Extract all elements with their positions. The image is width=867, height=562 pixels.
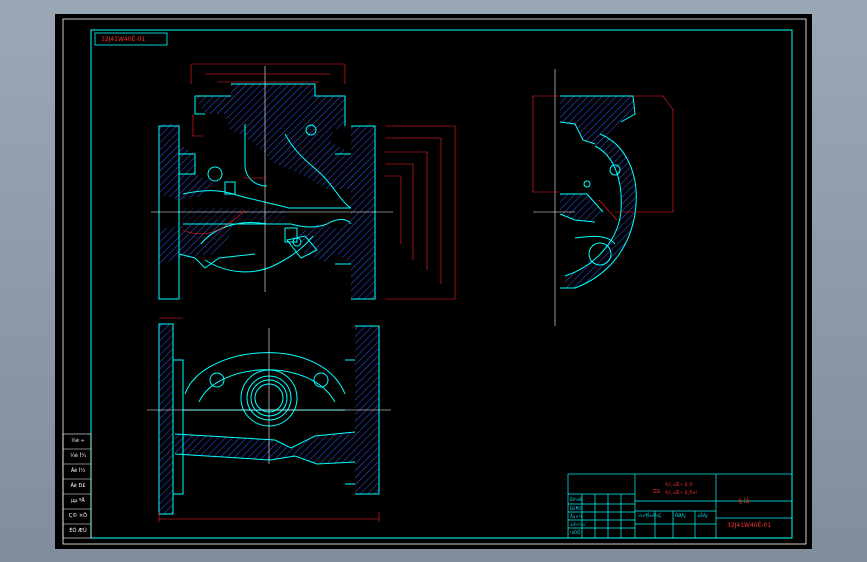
side-label-0: ½è ÷	[71, 438, 85, 444]
side-label-2: Ãè Í¼	[70, 468, 86, 474]
part-name: ·§ Ìå	[737, 498, 750, 505]
label-weight: ÖØÁ¿	[675, 513, 687, 518]
outer-border	[62, 18, 807, 545]
material-line-2a: Ä¡Ï¸±ÎÊ÷¸ß¸Ö	[665, 482, 693, 487]
plan-view	[147, 317, 391, 522]
side-view	[532, 69, 674, 326]
front-section-view	[151, 63, 456, 300]
material-line-1: ZG	[653, 489, 661, 495]
label-approver: Åú×¼	[570, 514, 583, 519]
material-line-2b: Ä¡Ï¸±ÎÊ÷¸ß¸Ö±ì	[665, 490, 698, 495]
label-craft: ¹¤ÒÕ	[570, 530, 581, 535]
side-label-3: Ãè Ð£	[70, 483, 86, 489]
drawing-code-top: 32J41W40Ê-01	[101, 36, 146, 43]
label-stage: ½×¶Î±ê¼Ç	[638, 513, 662, 518]
side-label-6: ÈÕ ÆÚ	[69, 528, 87, 534]
label-checker: Ð£¶Ô	[570, 506, 582, 511]
side-label-1: ½è Í¼	[70, 453, 86, 459]
inner-border	[90, 29, 793, 539]
drawing-code-bottom: 32J41W40Ê-01	[727, 522, 772, 529]
label-standard: ±ê×¼»¯	[570, 522, 588, 527]
label-designer: Éè¼Æ	[570, 497, 583, 502]
side-label-5: Ç© ×Ö	[68, 513, 88, 519]
cad-drawing	[62, 18, 807, 545]
label-ratio: ±ÈÀý	[697, 513, 708, 518]
drawing-viewport[interactable]: 32J41W40Ê-01 ZG Ä¡Ï¸±ÎÊ÷¸ß¸Ö Ä¡Ï¸±ÎÊ÷¸ß¸…	[55, 14, 812, 549]
side-label-4: µµ ºÅ	[71, 498, 85, 504]
